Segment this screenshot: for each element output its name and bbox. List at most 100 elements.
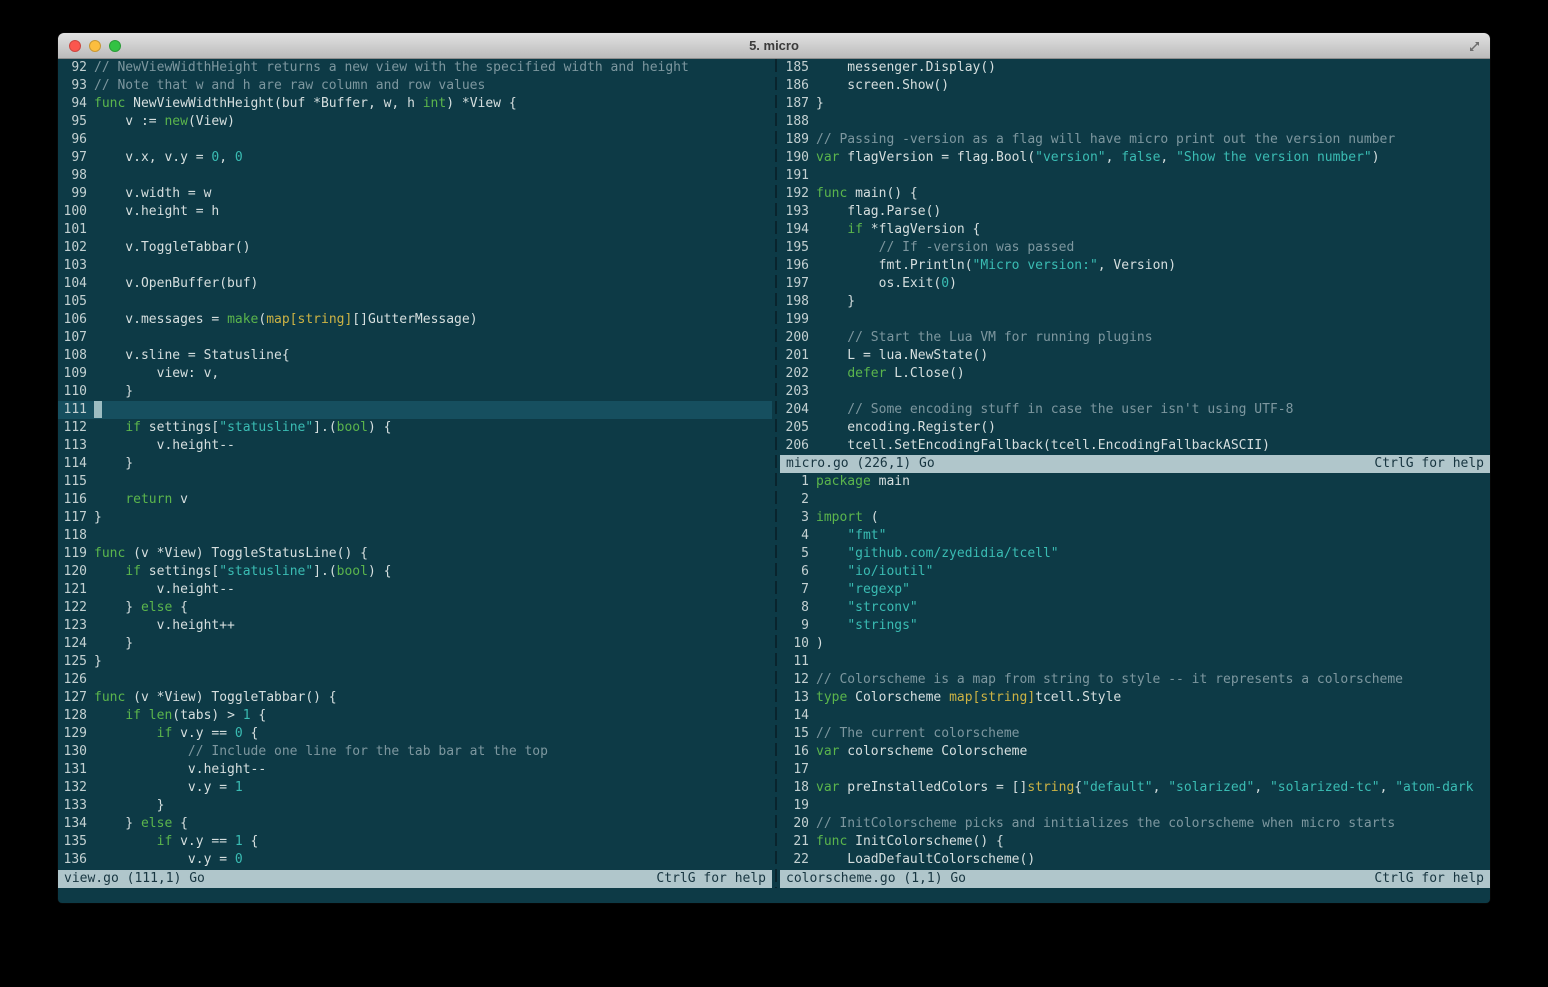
code-line[interactable]: 132 v.y = 1 — [58, 779, 772, 797]
code-line[interactable]: 199 — [780, 311, 1490, 329]
code-line[interactable]: 16 var colorscheme Colorscheme — [780, 743, 1490, 761]
code-line[interactable]: 101 — [58, 221, 772, 239]
code-line[interactable]: 126 — [58, 671, 772, 689]
code-line[interactable]: 111 — [58, 401, 772, 419]
code-text[interactable]: func (v *View) ToggleTabbar() { — [94, 689, 772, 707]
code-line[interactable]: 117} — [58, 509, 772, 527]
code-text[interactable]: } — [816, 293, 1490, 311]
code-text[interactable]: os.Exit(0) — [816, 275, 1490, 293]
code-text[interactable]: L = lua.NewState() — [816, 347, 1490, 365]
code-line[interactable]: 122 } else { — [58, 599, 772, 617]
code-line[interactable]: 188 — [780, 113, 1490, 131]
code-line[interactable]: 11 — [780, 653, 1490, 671]
code-text[interactable] — [94, 257, 772, 275]
code-line[interactable]: 110 } — [58, 383, 772, 401]
code-text[interactable]: // Start the Lua VM for running plugins — [816, 329, 1490, 347]
code-line[interactable]: 104 v.OpenBuffer(buf) — [58, 275, 772, 293]
code-line[interactable]: 2 — [780, 491, 1490, 509]
code-line[interactable]: 107 — [58, 329, 772, 347]
code-text[interactable]: "io/ioutil" — [816, 563, 1490, 581]
code-line[interactable]: 13 type Colorscheme map[string]tcell.Styl… — [780, 689, 1490, 707]
code-text[interactable]: v.OpenBuffer(buf) — [94, 275, 772, 293]
code-text[interactable]: ) — [816, 635, 1490, 653]
window-titlebar[interactable]: 5. micro — [58, 33, 1490, 59]
code-text[interactable] — [816, 761, 1490, 779]
code-line[interactable]: 109 view: v, — [58, 365, 772, 383]
code-text[interactable]: } else { — [94, 815, 772, 833]
code-line[interactable]: 114 } — [58, 455, 772, 473]
code-text[interactable]: // InitColorscheme picks and initializes… — [816, 815, 1490, 833]
code-line[interactable]: 95 v := new(View) — [58, 113, 772, 131]
code-text[interactable]: var colorscheme Colorscheme — [816, 743, 1490, 761]
code-text[interactable]: if v.y == 0 { — [94, 725, 772, 743]
code-line[interactable]: 94 func NewViewWidthHeight(buf *Buffer, w… — [58, 95, 772, 113]
code-text[interactable]: if len(tabs) > 1 { — [94, 707, 772, 725]
code-text[interactable] — [94, 401, 772, 419]
code-text[interactable]: v := new(View) — [94, 113, 772, 131]
code-line[interactable]: 7 "regexp" — [780, 581, 1490, 599]
code-text[interactable]: func (v *View) ToggleStatusLine() { — [94, 545, 772, 563]
code-text[interactable]: if settings["statusline"].(bool) { — [94, 563, 772, 581]
code-text[interactable] — [94, 473, 772, 491]
code-line[interactable]: 12 // Colorscheme is a map from string to… — [780, 671, 1490, 689]
code-text[interactable]: flag.Parse() — [816, 203, 1490, 221]
code-line[interactable]: 203 — [780, 383, 1490, 401]
code-text[interactable]: v.ToggleTabbar() — [94, 239, 772, 257]
code-text[interactable]: v.y = 1 — [94, 779, 772, 797]
code-text[interactable]: // If -version was passed — [816, 239, 1490, 257]
code-line[interactable]: 131 v.height-- — [58, 761, 772, 779]
code-line[interactable]: 105 — [58, 293, 772, 311]
zoom-button[interactable] — [109, 40, 121, 52]
code-line[interactable]: 97 v.x, v.y = 0, 0 — [58, 149, 772, 167]
code-text[interactable]: if *flagVersion { — [816, 221, 1490, 239]
code-line[interactable]: 98 — [58, 167, 772, 185]
code-line[interactable]: 193 flag.Parse() — [780, 203, 1490, 221]
code-text[interactable] — [94, 293, 772, 311]
code-line[interactable]: 17 — [780, 761, 1490, 779]
code-text[interactable] — [816, 653, 1490, 671]
code-text[interactable]: LoadDefaultColorscheme() — [816, 851, 1490, 869]
code-line[interactable]: 106 v.messages = make(map[string][]Gutte… — [58, 311, 772, 329]
code-line[interactable]: 118 — [58, 527, 772, 545]
code-line[interactable]: 195 // If -version was passed — [780, 239, 1490, 257]
code-line[interactable]: 124 } — [58, 635, 772, 653]
code-line[interactable]: 133 } — [58, 797, 772, 815]
code-text[interactable]: v.height-- — [94, 581, 772, 599]
code-text[interactable]: view: v, — [94, 365, 772, 383]
code-text[interactable]: if v.y == 1 { — [94, 833, 772, 851]
code-line[interactable]: 20 // InitColorscheme picks and initializ… — [780, 815, 1490, 833]
code-text[interactable]: if settings["statusline"].(bool) { — [94, 419, 772, 437]
code-text[interactable]: v.height++ — [94, 617, 772, 635]
code-text[interactable]: package main — [816, 473, 1490, 491]
code-text[interactable] — [94, 221, 772, 239]
code-line[interactable]: 201 L = lua.NewState() — [780, 347, 1490, 365]
code-text[interactable] — [816, 113, 1490, 131]
code-text[interactable] — [816, 311, 1490, 329]
code-line[interactable]: 115 — [58, 473, 772, 491]
code-text[interactable]: } — [94, 635, 772, 653]
code-text[interactable]: v.messages = make(map[string][]GutterMes… — [94, 311, 772, 329]
code-text[interactable]: v.y = 0 — [94, 851, 772, 869]
code-text[interactable]: return v — [94, 491, 772, 509]
code-line[interactable]: 4 "fmt" — [780, 527, 1490, 545]
code-line[interactable]: 113 v.height-- — [58, 437, 772, 455]
code-line[interactable]: 187} — [780, 95, 1490, 113]
code-text[interactable]: v.height-- — [94, 437, 772, 455]
code-line[interactable]: 127 func (v *View) ToggleTabbar() { — [58, 689, 772, 707]
code-line[interactable]: 129 if v.y == 0 { — [58, 725, 772, 743]
code-text[interactable]: var flagVersion = flag.Bool("version", f… — [816, 149, 1490, 167]
code-line[interactable]: 18 var preInstalledColors = []string{"def… — [780, 779, 1490, 797]
code-text[interactable]: v.width = w — [94, 185, 772, 203]
code-text[interactable]: v.sline = Statusline{ — [94, 347, 772, 365]
code-line[interactable]: 134 } else { — [58, 815, 772, 833]
code-line[interactable]: 92 // NewViewWidthHeight returns a new vi… — [58, 59, 772, 77]
code-text[interactable]: func NewViewWidthHeight(buf *Buffer, w, … — [94, 95, 772, 113]
code-line[interactable]: 191 — [780, 167, 1490, 185]
code-line[interactable]: 204 // Some encoding stuff in case the u… — [780, 401, 1490, 419]
code-line[interactable]: 19 — [780, 797, 1490, 815]
code-line[interactable]: 136 v.y = 0 — [58, 851, 772, 869]
code-line[interactable]: 10) — [780, 635, 1490, 653]
code-text[interactable]: var preInstalledColors = []string{"defau… — [816, 779, 1490, 797]
code-text[interactable]: encoding.Register() — [816, 419, 1490, 437]
code-text[interactable] — [94, 329, 772, 347]
